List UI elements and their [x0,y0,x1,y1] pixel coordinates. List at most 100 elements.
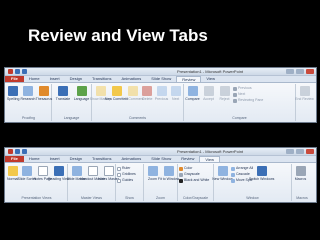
ruler-checkbox[interactable]: Ruler [117,166,136,171]
previous-change-button[interactable]: Previous [233,86,263,91]
group-master-views: Slide Master Handout Master Notes Master… [67,164,119,201]
next-icon [233,92,237,97]
arrange-all-button[interactable]: Arrange All [231,166,253,171]
tab-view[interactable]: View [201,76,220,82]
window-title: Presentation1 - Microsoft PowerPoint [177,69,244,74]
black-and-white-icon [179,178,183,183]
maximize-icon[interactable] [296,149,304,154]
previous-comment-button[interactable]: Previous [155,85,168,101]
save-icon[interactable] [15,149,20,154]
quick-access-toolbar [8,149,27,154]
switch-windows-icon [256,166,267,176]
macros-button[interactable]: Macros [293,165,308,181]
notes-master-button[interactable]: Notes Master [98,165,119,181]
slide-sorter-button[interactable]: Slide Sorter [18,165,36,181]
tab-transitions[interactable]: Transitions [87,76,116,82]
reading-view-button[interactable]: Reading View [48,165,70,181]
tab-transitions[interactable]: Transitions [87,156,116,162]
group-presentation-views: Normal Slide Sorter Notes Page Reading V… [6,164,70,201]
compare-button[interactable]: Compare [185,85,200,101]
edit-comment-button[interactable]: Edit Comment [121,85,144,101]
undo-icon[interactable] [22,149,27,154]
review-ribbon: Spelling Research Thesaurus Proofing Tra… [5,83,316,122]
tab-home[interactable]: Home [24,76,45,82]
macros-icon [295,166,306,176]
accept-button[interactable]: Accept [201,85,216,101]
close-icon[interactable] [306,149,314,154]
fit-to-window-button[interactable]: Fit to Window [158,165,179,181]
new-window-button[interactable]: New Window [212,165,233,181]
minimize-icon[interactable] [286,69,294,74]
cascade-icon [231,172,235,177]
group-label-macros: Macros [296,196,308,200]
tab-animations[interactable]: Animations [116,76,146,82]
tab-insert[interactable]: Insert [45,76,65,82]
next-comment-button[interactable]: Next [169,85,182,101]
tab-slide-show[interactable]: Slide Show [146,76,176,82]
tab-animations[interactable]: Animations [116,156,146,162]
compare-small-buttons: Previous Next Reviewing Pane [233,85,263,103]
undo-icon[interactable] [22,69,27,74]
group-label-proofing: Proofing [21,116,36,120]
title-bar: Presentation1 - Microsoft PowerPoint [5,68,316,76]
group-label-master-views: Master Views [81,196,102,200]
group-label-zoom: Zoom [156,196,165,200]
slide-master-icon [71,166,82,176]
handout-master-icon [87,166,98,176]
tab-file[interactable]: File [5,76,24,82]
tab-design[interactable]: Design [65,156,87,162]
tab-design[interactable]: Design [65,76,87,82]
research-button[interactable]: Research [20,85,35,101]
switch-windows-button[interactable]: Switch Windows [249,165,274,181]
title-bar: Presentation1 - Microsoft PowerPoint [5,148,316,156]
window-controls [286,69,314,74]
tab-review[interactable]: Review [176,156,199,162]
language-button[interactable]: Language [74,85,89,101]
grayscale-button[interactable]: Grayscale [179,172,209,177]
thesaurus-button[interactable]: Thesaurus [36,85,52,101]
next-icon [170,86,181,96]
new-comment-icon [111,86,122,96]
ribbon-tab-bar: File Home Insert Design Transitions Anim… [5,156,316,163]
tab-home[interactable]: Home [24,156,45,162]
tab-view[interactable]: View [199,156,220,162]
ruler-icon [117,166,121,171]
group-label-show: Show [125,196,134,200]
tab-slide-show[interactable]: Slide Show [146,156,176,162]
reject-button[interactable]: Reject [217,85,232,101]
end-review-icon [299,86,310,96]
translate-button[interactable]: Translate [53,85,73,101]
powerpoint-logo-icon [8,69,13,74]
thesaurus-icon [38,86,49,96]
color-button[interactable]: Color [179,166,209,171]
group-window: New Window Arrange All Cascade Move Spli… [212,164,292,201]
reviewing-pane-button[interactable]: Reviewing Pane [233,98,263,103]
minimize-icon[interactable] [286,149,294,154]
ribbon-tab-bar: File Home Insert Design Transitions Anim… [5,76,316,83]
gridlines-checkbox[interactable]: Gridlines [117,172,136,177]
end-review-button[interactable]: End Review [295,85,314,101]
compare-icon [187,86,198,96]
next-change-button[interactable]: Next [233,92,263,97]
translate-icon [58,86,68,96]
tab-insert[interactable]: Insert [45,156,65,162]
window-controls [286,149,314,154]
maximize-icon[interactable] [296,69,304,74]
delete-comment-button[interactable]: Delete [141,85,154,101]
slide-sorter-icon [21,166,32,176]
fit-to-window-icon [163,166,174,176]
notes-page-icon [37,166,48,176]
normal-view-button[interactable]: Normal [7,165,18,181]
group-compare: Compare Accept Reject Previous Next Revi… [184,84,296,121]
tab-review[interactable]: Review [176,76,202,82]
spelling-button[interactable]: Spelling [7,85,19,101]
tab-file[interactable]: File [5,156,24,162]
quick-access-toolbar [8,69,27,74]
close-icon[interactable] [306,69,314,74]
guides-checkbox[interactable]: Guides [117,178,136,183]
accept-icon [203,86,214,96]
spelling-icon [8,86,19,96]
save-icon[interactable] [15,69,20,74]
view-ribbon-screenshot: Presentation1 - Microsoft PowerPoint Fil… [4,147,317,203]
black-and-white-button[interactable]: Black and White [179,178,209,183]
